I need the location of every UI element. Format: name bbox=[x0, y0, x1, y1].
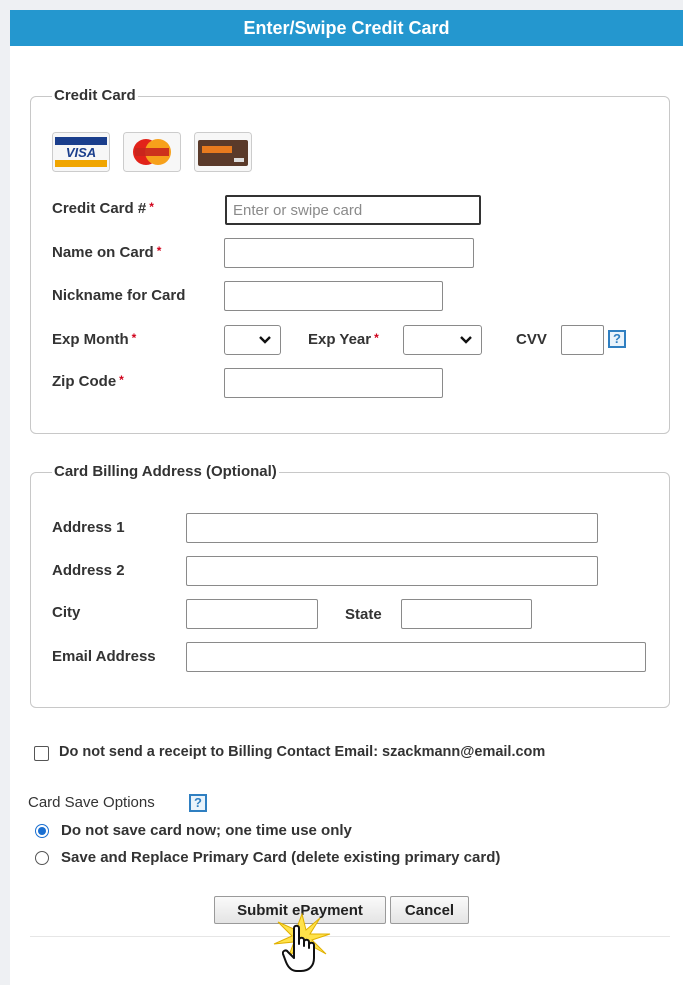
name-on-card-label: Name on Card * bbox=[52, 244, 162, 261]
address2-input[interactable] bbox=[186, 556, 598, 586]
exp-month-select[interactable] bbox=[224, 325, 281, 355]
dialog-body: Credit Card VISA Credit Card #* Name on … bbox=[10, 46, 683, 985]
zip-code-label: Zip Code * bbox=[52, 373, 124, 390]
credit-card-legend: Credit Card bbox=[52, 87, 138, 104]
exp-year-label: Exp Year * bbox=[308, 331, 379, 348]
billing-address-fieldset bbox=[30, 472, 670, 708]
nickname-label: Nickname for Card bbox=[52, 287, 186, 304]
top-strip bbox=[0, 0, 683, 10]
cvv-label: CVV bbox=[516, 331, 547, 348]
exp-year-select[interactable] bbox=[403, 325, 482, 355]
card-save-options-label: Card Save Options bbox=[28, 794, 155, 811]
hand-cursor-icon bbox=[282, 924, 315, 972]
svg-text:VISA: VISA bbox=[66, 145, 96, 160]
card-brand-logos: VISA bbox=[52, 132, 262, 174]
footer-divider bbox=[30, 936, 670, 937]
no-receipt-checkbox[interactable] bbox=[34, 746, 49, 761]
exp-month-label: Exp Month * bbox=[52, 331, 137, 348]
discover-logo bbox=[194, 132, 252, 172]
left-strip bbox=[0, 0, 10, 985]
one-time-use-radio[interactable] bbox=[35, 824, 49, 838]
address1-label: Address 1 bbox=[52, 519, 125, 536]
visa-logo: VISA bbox=[52, 132, 110, 172]
address2-label: Address 2 bbox=[52, 562, 125, 579]
nickname-input[interactable] bbox=[224, 281, 443, 311]
chevron-down-icon bbox=[259, 336, 271, 344]
email-address-label: Email Address bbox=[52, 648, 156, 665]
dialog-title: Enter/Swipe Credit Card bbox=[10, 10, 683, 46]
state-input[interactable] bbox=[401, 599, 532, 629]
email-address-input[interactable] bbox=[186, 642, 646, 672]
name-on-card-input[interactable] bbox=[224, 238, 474, 268]
mastercard-logo bbox=[123, 132, 181, 172]
card-save-help-icon[interactable]: ? bbox=[189, 794, 207, 812]
replace-primary-label[interactable]: Save and Replace Primary Card (delete ex… bbox=[61, 849, 500, 866]
card-number-label: Credit Card # * bbox=[52, 200, 154, 217]
no-receipt-label[interactable]: Do not send a receipt to Billing Contact… bbox=[59, 744, 545, 760]
state-label: State bbox=[345, 606, 382, 623]
zip-code-input[interactable] bbox=[224, 368, 443, 398]
card-number-input[interactable] bbox=[225, 195, 481, 225]
city-label: City bbox=[52, 604, 81, 621]
one-time-use-label[interactable]: Do not save card now; one time use only bbox=[61, 822, 352, 839]
billing-address-legend: Card Billing Address (Optional) bbox=[52, 463, 279, 480]
cancel-button[interactable]: Cancel bbox=[390, 896, 469, 924]
cvv-input[interactable] bbox=[561, 325, 604, 355]
replace-primary-radio[interactable] bbox=[35, 851, 49, 865]
city-input[interactable] bbox=[186, 599, 318, 629]
address1-input[interactable] bbox=[186, 513, 598, 543]
chevron-down-icon bbox=[460, 336, 472, 344]
cvv-help-icon[interactable]: ? bbox=[608, 330, 626, 348]
